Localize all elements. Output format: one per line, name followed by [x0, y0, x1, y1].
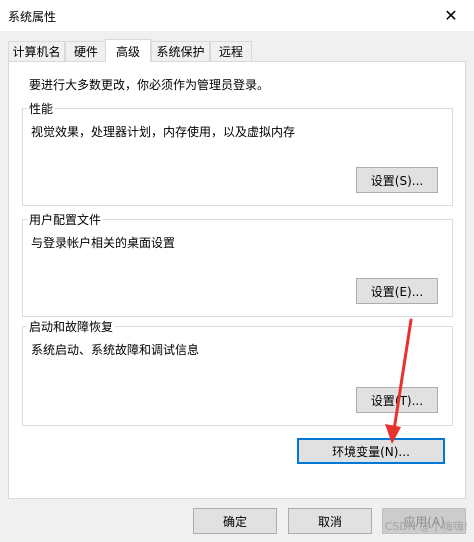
dialog-client: 计算机名 硬件 高级 系统保护 远程 要进行大多数更改，你必须作为管理员登录。 … [0, 31, 474, 542]
tab-strip: 计算机名 硬件 高级 系统保护 远程 [8, 39, 466, 62]
tab-remote[interactable]: 远程 [210, 41, 252, 61]
user-profile-label: 用户配置文件 [27, 211, 104, 228]
performance-group: 性能 视觉效果，处理器计划，内存使用，以及虚拟内存 设置(S)... [22, 100, 453, 206]
startup-recovery-description: 系统启动、系统故障和调试信息 [31, 343, 200, 357]
title-bar: 系统属性 ✕ [0, 0, 474, 31]
environment-variables-button[interactable]: 环境变量(N)... [297, 438, 445, 464]
tab-hardware[interactable]: 硬件 [65, 41, 107, 61]
user-profile-settings-button[interactable]: 设置(E)... [356, 278, 438, 304]
window-title: 系统属性 [8, 10, 57, 24]
performance-label: 性能 [27, 100, 56, 117]
tab-panel-advanced: 要进行大多数更改，你必须作为管理员登录。 性能 视觉效果，处理器计划，内存使用，… [8, 61, 466, 499]
tab-system-protection[interactable]: 系统保护 [151, 41, 210, 61]
tab-computer-name[interactable]: 计算机名 [8, 41, 65, 61]
user-profile-description: 与登录帐户相关的桌面设置 [31, 236, 176, 250]
ok-button[interactable]: 确定 [193, 508, 277, 534]
performance-description: 视觉效果，处理器计划，内存使用，以及虚拟内存 [31, 125, 296, 139]
watermark: CSDN @小嗨嗨! [384, 520, 468, 533]
close-icon[interactable]: ✕ [428, 0, 474, 31]
performance-settings-button[interactable]: 设置(S)... [356, 167, 438, 193]
startup-recovery-label: 启动和故障恢复 [27, 318, 116, 335]
startup-recovery-settings-button[interactable]: 设置(T)... [356, 387, 438, 413]
cancel-button[interactable]: 取消 [288, 508, 372, 534]
startup-recovery-group: 启动和故障恢复 系统启动、系统故障和调试信息 设置(T)... [22, 318, 453, 426]
tab-advanced[interactable]: 高级 [105, 39, 151, 62]
user-profile-group: 用户配置文件 与登录帐户相关的桌面设置 设置(E)... [22, 211, 453, 317]
admin-note: 要进行大多数更改，你必须作为管理员登录。 [29, 78, 270, 92]
